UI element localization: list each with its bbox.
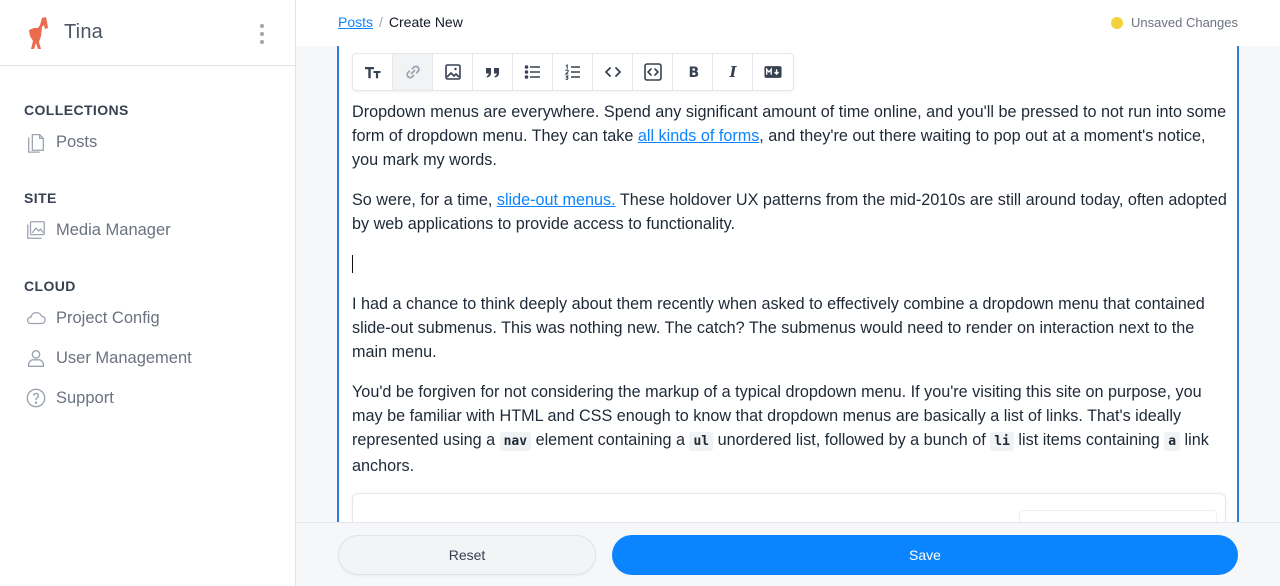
paragraph: Dropdown menus are everywhere. Spend any… xyxy=(352,103,1227,169)
link-all-kinds-of-forms[interactable]: all kinds of forms xyxy=(638,127,759,145)
link-icon[interactable] xyxy=(393,54,433,90)
sidebar-item-user-management[interactable]: User Management xyxy=(24,346,192,370)
document-icon xyxy=(24,130,48,154)
media-icon xyxy=(24,218,48,242)
status-dot xyxy=(1111,16,1124,29)
main-area: Posts / Create New Unsaved Changes B I D… xyxy=(296,0,1280,586)
markdown-icon[interactable] xyxy=(753,54,793,90)
nav-section-collections: COLLECTIONS Posts xyxy=(0,100,129,154)
code-inline-icon[interactable] xyxy=(593,54,633,90)
sidebar-item-label: Posts xyxy=(56,132,98,151)
status-indicator: Unsaved Changes xyxy=(1111,15,1238,30)
status-label: Unsaved Changes xyxy=(1131,15,1238,30)
bulleted-list-icon[interactable] xyxy=(513,54,553,90)
sidebar-item-project-config[interactable]: Project Config xyxy=(24,306,192,330)
app-name: Tina xyxy=(64,21,103,43)
nav-heading: CLOUD xyxy=(24,278,76,294)
svg-text:B: B xyxy=(688,65,699,81)
sidebar-item-media-manager[interactable]: Media Manager xyxy=(24,218,171,242)
inline-code: nav xyxy=(499,432,532,451)
breadcrumb: Posts / Create New xyxy=(338,14,463,30)
reset-button[interactable]: Reset xyxy=(338,535,596,575)
more-options-icon[interactable] xyxy=(259,24,265,44)
form-footer: Reset Save xyxy=(296,522,1280,586)
sidebar-item-label: Media Manager xyxy=(56,220,171,239)
nav-heading: COLLECTIONS xyxy=(24,102,129,118)
inline-code: ul xyxy=(689,432,714,451)
inline-code: li xyxy=(990,432,1014,451)
inline-code: a xyxy=(1164,432,1181,451)
text-caret xyxy=(352,255,353,273)
editor-content[interactable]: Dropdown menus are everywhere. Spend any… xyxy=(352,100,1232,494)
cloud-icon xyxy=(24,306,48,330)
sidebar-item-posts[interactable]: Posts xyxy=(24,130,129,154)
breadcrumb-current: Create New xyxy=(388,14,463,30)
code-block[interactable] xyxy=(352,493,1226,522)
sidebar-item-label: Project Config xyxy=(56,308,160,327)
sidebar-item-label: User Management xyxy=(56,348,192,367)
heading-icon[interactable] xyxy=(353,54,393,90)
code-block-icon[interactable] xyxy=(633,54,673,90)
quote-icon[interactable] xyxy=(473,54,513,90)
image-icon[interactable] xyxy=(433,54,473,90)
breadcrumb-separator: / xyxy=(379,14,383,30)
nav-heading: SITE xyxy=(24,190,57,206)
breadcrumb-link-posts[interactable]: Posts xyxy=(338,14,373,30)
empty-paragraph[interactable] xyxy=(352,252,1232,276)
sidebar-item-label: Support xyxy=(56,388,114,407)
nav-section-cloud: CLOUD Project Config User Management Sup… xyxy=(0,276,192,410)
save-button[interactable]: Save xyxy=(612,535,1238,575)
paragraph: So were, for a time, slide-out menus. Th… xyxy=(352,191,1227,233)
llama-logo-icon xyxy=(26,16,54,50)
code-language-selector[interactable] xyxy=(1019,510,1217,522)
numbered-list-icon[interactable] xyxy=(553,54,593,90)
paragraph: You'd be forgiven for not considering th… xyxy=(352,383,1209,475)
user-icon xyxy=(24,346,48,370)
top-bar: Posts / Create New Unsaved Changes xyxy=(296,0,1280,46)
paragraph: I had a chance to think deeply about the… xyxy=(352,295,1205,361)
svg-text:I: I xyxy=(728,63,737,81)
bold-icon[interactable]: B xyxy=(673,54,713,90)
editor-toolbar: B I xyxy=(352,53,794,91)
sidebar: Tina COLLECTIONS Posts SITE Media Manage… xyxy=(0,0,296,586)
italic-icon[interactable]: I xyxy=(713,54,753,90)
sidebar-item-support[interactable]: Support xyxy=(24,386,192,410)
nav-section-site: SITE Media Manager xyxy=(0,188,171,242)
rich-text-editor[interactable]: B I Dropdown menus are everywhere. Spend… xyxy=(337,46,1239,522)
link-slide-out-menus[interactable]: slide-out menus. xyxy=(497,191,616,209)
brand-header: Tina xyxy=(0,0,295,66)
help-circle-icon xyxy=(24,386,48,410)
